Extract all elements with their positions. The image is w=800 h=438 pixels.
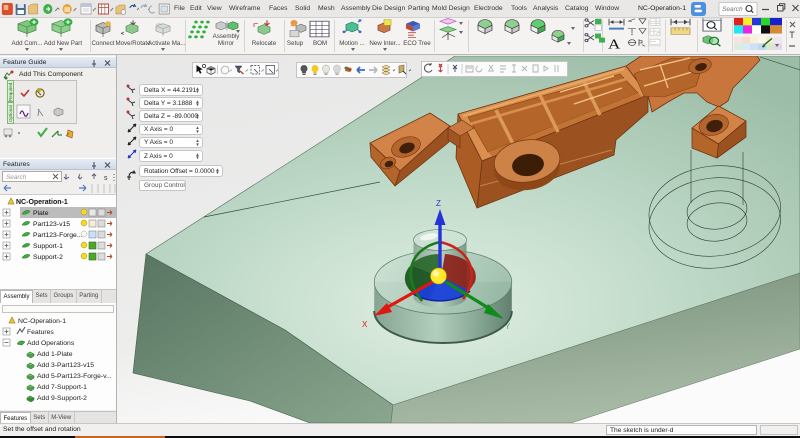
svg-text:Add 9-Support-2: Add 9-Support-2 bbox=[37, 395, 87, 402]
svg-text:s: s bbox=[104, 175, 108, 182]
svg-text:Plate: Plate bbox=[33, 210, 49, 217]
svg-text:Add 5-Part123-Forge-v...: Add 5-Part123-Forge-v... bbox=[37, 373, 112, 380]
svg-text:Support-2: Support-2 bbox=[33, 254, 63, 261]
svg-text:Support-1: Support-1 bbox=[33, 243, 63, 250]
svg-text:A: A bbox=[608, 37, 621, 52]
svg-text:Search: Search bbox=[722, 6, 743, 13]
svg-text:Part123-Forge...: Part123-Forge... bbox=[33, 232, 83, 239]
svg-text:Features: Features bbox=[27, 329, 54, 336]
svg-text:NC-Operation-1: NC-Operation-1 bbox=[18, 318, 66, 325]
svg-text:Add 7-Support-1: Add 7-Support-1 bbox=[37, 384, 87, 391]
svg-text:Z: Z bbox=[436, 199, 441, 208]
svg-text:Part123-v15: Part123-v15 bbox=[33, 221, 70, 228]
svg-text:NC-Operation-1: NC-Operation-1 bbox=[16, 199, 68, 206]
svg-text:Add 3-Part123-v15: Add 3-Part123-v15 bbox=[37, 362, 94, 369]
svg-text:Add Operations: Add Operations bbox=[27, 340, 75, 347]
svg-text:X: X bbox=[362, 320, 368, 329]
svg-text:Y: Y bbox=[505, 322, 511, 331]
svg-text:Add 1-Plate: Add 1-Plate bbox=[37, 351, 73, 358]
